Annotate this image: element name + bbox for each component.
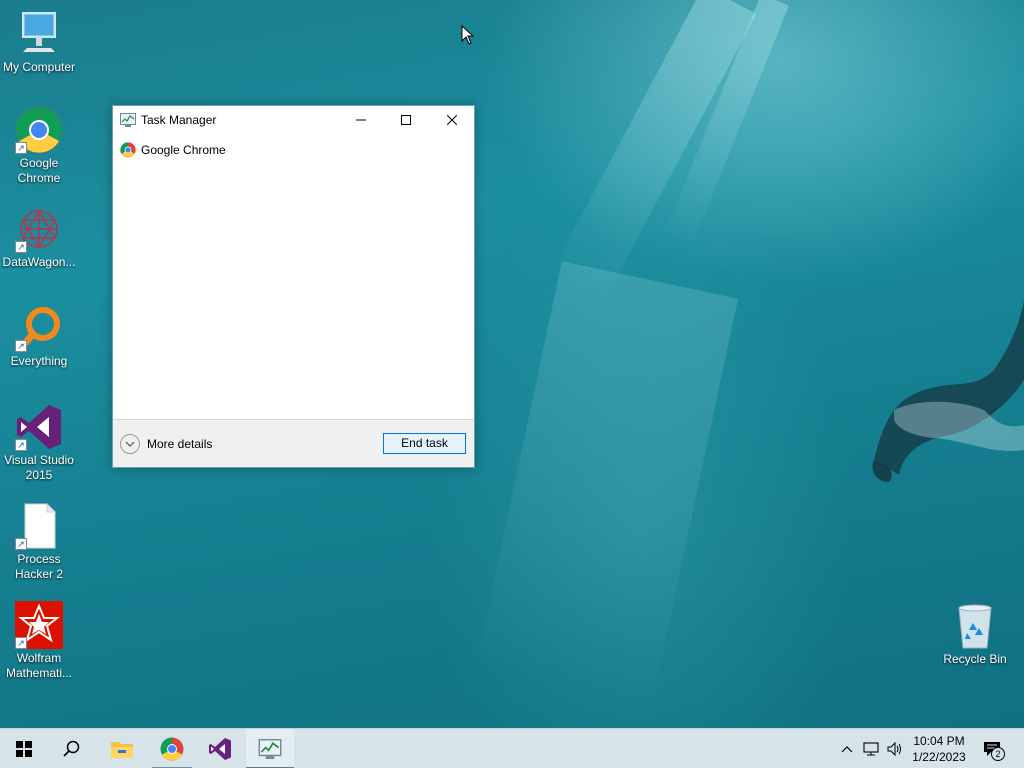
mouse-cursor-icon [461,25,475,45]
desktop-icon-my-computer[interactable]: My Computer [1,10,77,75]
more-details-toggle[interactable]: More details [120,434,212,454]
clock[interactable]: 10:04 PM 1/22/2023 [905,733,973,765]
end-task-button[interactable]: End task [383,433,466,454]
close-button[interactable] [429,106,475,134]
desktop-icon-label: DataWagon... [2,255,76,269]
maximize-icon [401,115,411,125]
task-manager-icon [258,739,282,759]
volume-button[interactable] [884,729,906,768]
desktop-icon-google-chrome[interactable]: ↗ Google Chrome [1,106,77,186]
task-manager-window[interactable]: Task Manager Google Chrome More details … [112,105,475,468]
desktop-icon-everything[interactable]: ↗ Everything [1,304,77,369]
shortcut-arrow-icon: ↗ [15,142,27,154]
task-manager-icon [120,113,136,127]
notification-count-badge: 2 [991,747,1005,761]
taskbar-file-explorer[interactable] [98,729,146,768]
desktop-icon-label: Everything [10,354,68,368]
shortcut-arrow-icon: ↗ [15,241,27,253]
clock-time: 10:04 PM [913,734,965,748]
taskbar: 10:04 PM 1/22/2023 [0,728,1024,768]
network-icon [863,742,879,756]
chrome-icon [160,737,184,761]
volume-icon [887,742,901,756]
app-name: Google Chrome [141,143,226,157]
close-icon [447,115,457,125]
window-title: Task Manager [141,113,217,127]
more-details-label: More details [147,437,213,451]
desktop-icon-label: Recycle Bin [943,652,1007,666]
desktop-icon-recycle-bin[interactable]: Recycle Bin [937,602,1013,667]
desktop-icon-visual-studio[interactable]: ↗ Visual Studio 2015 [1,403,77,483]
list-item[interactable]: Google Chrome [113,140,474,160]
chrome-icon [120,142,136,158]
desktop-icon-wolfram-mathematica[interactable]: ↗ Wolfram Mathemati... [1,601,77,681]
minimize-button[interactable] [338,106,384,134]
show-hidden-icons-button[interactable] [838,729,856,768]
search-button[interactable] [48,729,96,768]
chevron-up-icon [841,746,853,753]
network-button[interactable] [860,729,882,768]
desktop-icon-process-hacker[interactable]: ↗ Process Hacker 2 [1,502,77,582]
shortcut-arrow-icon: ↗ [15,538,27,550]
computer-icon [22,12,56,52]
footer: More details End task [113,419,474,467]
desktop-icon-label: My Computer [2,60,76,74]
shortcut-arrow-icon: ↗ [15,340,27,352]
desktop-icon-label: Process Hacker 2 [14,552,64,581]
shortcut-arrow-icon: ↗ [15,637,27,649]
clock-date: 1/22/2023 [912,750,966,764]
chevron-down-icon [120,434,140,454]
desktop-icon-label: Visual Studio 2015 [4,453,74,482]
desktop-icon-datawagon[interactable]: ↗ DataWagon... [1,205,77,270]
taskbar-visual-studio[interactable] [196,729,244,768]
desktop-icon-label: Google Chrome [17,156,61,185]
visual-studio-icon [209,738,231,760]
recycle-bin-icon [958,604,992,649]
swimmer-image [872,300,1024,482]
light-ray [474,261,739,710]
maximize-button[interactable] [383,106,429,134]
file-explorer-icon [111,742,133,758]
shortcut-arrow-icon: ↗ [15,439,27,451]
windows-start-icon [16,741,32,757]
desktop-icon-label: Wolfram Mathemati... [5,651,73,680]
title-bar[interactable]: Task Manager [113,106,474,134]
search-icon [63,740,80,757]
start-button[interactable] [0,729,48,768]
taskbar-chrome[interactable] [148,729,196,768]
minimize-icon [356,119,366,121]
taskbar-task-manager[interactable] [246,729,294,768]
